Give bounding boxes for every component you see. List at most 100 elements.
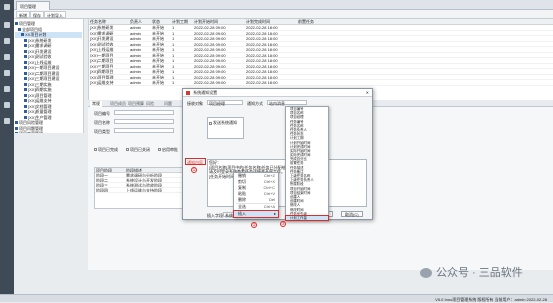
table-cell: 2022-02-28 18:00 (246, 52, 278, 57)
tree-item-label: [XX]运维支持 (28, 98, 52, 103)
table-cell: admin (130, 80, 141, 85)
receiver-select[interactable]: 项目经理 (207, 100, 243, 106)
project-icon[interactable] (4, 22, 10, 28)
user-icon[interactable] (4, 86, 10, 92)
table-cell: 1 (172, 80, 175, 85)
column-header[interactable]: 负责人 (129, 19, 151, 24)
folder-icon (24, 88, 27, 92)
cancel-button[interactable]: 取消(C) (341, 211, 363, 217)
table-cell: 阶段四 (96, 188, 108, 192)
marker-1: ① (191, 167, 197, 173)
receiver-label: 接收对象 (187, 101, 203, 106)
phase-col-header: 项目阶段 (96, 168, 112, 172)
save-button[interactable]: 保存 (30, 11, 44, 18)
menu-item[interactable]: 删除 Del (234, 197, 278, 203)
home-icon[interactable] (4, 4, 10, 10)
status-bar: V5.0 Inno项目管理系统 版权所有 当前用户：admin 2022-02-… (0, 294, 553, 302)
table-cell: 1 (172, 52, 175, 57)
table-cell: 未开始 (152, 63, 164, 68)
table-cell: 未开始 (152, 69, 164, 74)
table-cell (297, 64, 337, 69)
table-cell (297, 36, 337, 41)
table-cell: 未开始 (152, 80, 164, 85)
table-cell: 2022-02-28 18:00 (246, 36, 278, 41)
table-cell: 2022-02-28 18:00 (246, 80, 278, 85)
checkbox-label: 项目已关闭 (130, 147, 150, 152)
receiver-list[interactable]: 发送系统通知 (207, 117, 244, 139)
table-cell: 2022-02-28 18:00 (246, 30, 278, 35)
table-cell: 未开始 (152, 36, 164, 41)
task-icon[interactable] (4, 38, 10, 44)
context-menu: 撤销 Ctrl+Z 剪切 Ctrl+X 复制 Ctrl+C 粘贴 Ctrl+V 删除 Del 全选 C… (233, 172, 279, 218)
column-header[interactable]: 状态 (151, 19, 171, 24)
checkbox[interactable] (126, 148, 129, 152)
checkbox-option[interactable]: 项目已关闭 (126, 147, 150, 152)
form-field[interactable] (114, 119, 174, 124)
import-plan-button[interactable]: 计划导入 (44, 11, 66, 18)
menu-item-label: 粘贴 (238, 191, 246, 196)
table-cell: 1 (172, 63, 175, 68)
footer-label: 插入字段 (207, 213, 223, 218)
settings-icon[interactable] (4, 118, 10, 124)
tab-label: 项目管理 (20, 4, 36, 9)
column-header[interactable]: 计划工期 (171, 19, 193, 24)
notify-select[interactable]: 站内消息 (267, 100, 307, 106)
tree-item-label: [XX]上线运维 (28, 59, 52, 65)
form-label: 项目编号 (94, 111, 110, 116)
dialog-titlebar: 系统通知设置 ✕ (183, 89, 372, 97)
list-checkbox[interactable] (209, 121, 212, 125)
table-cell (297, 75, 337, 80)
form-label: 项目名称 (94, 120, 110, 125)
checkbox-option[interactable]: 启用审批 (158, 147, 178, 152)
wechat-icon (420, 268, 432, 279)
table-cell: 2022-02-28 09:00 (194, 80, 226, 85)
marker-2: ② (251, 222, 257, 228)
folder-icon (24, 49, 27, 53)
calendar-icon[interactable] (4, 102, 10, 108)
column-header[interactable]: 前置任务 (297, 19, 337, 24)
close-icon[interactable]: ✕ (366, 90, 369, 96)
menu-item[interactable]: 插入 ▸ (233, 210, 279, 218)
table-cell: admin (130, 63, 141, 68)
menu-item-label: 撤销 (238, 173, 246, 178)
report-icon[interactable] (4, 70, 10, 76)
toolbar: 新增 保存 计划导入 (14, 10, 553, 19)
folder-icon (24, 104, 27, 108)
checkbox[interactable] (94, 148, 97, 152)
table-cell: 未开始 (152, 41, 164, 46)
table-cell: admin (130, 25, 141, 30)
form-field[interactable] (114, 128, 174, 133)
add-button[interactable]: 新增 (16, 11, 30, 18)
table-cell: 2022-02-28 09:00 (194, 41, 226, 46)
checkbox-option[interactable]: 项目已完成 (94, 147, 118, 152)
table-cell: 2022-02-28 09:00 (194, 52, 226, 57)
table-cell: 2022-02-28 09:00 (194, 36, 226, 41)
tree-item-label: [XX]系统研发 (28, 37, 52, 43)
app-logo-icon (186, 90, 190, 95)
table-row[interactable]: [XX]运维支持 admin 未开始 1 2022-02-28 09:00 2022-02… (89, 80, 553, 86)
form-field[interactable] (114, 110, 174, 115)
table-cell: 1 (172, 41, 175, 46)
tree-item-label: 全部项目组 (22, 26, 42, 32)
tree-item-label: 项目问题管理 (19, 125, 43, 131)
notify-label: 通知方式 (247, 101, 263, 106)
column-header[interactable]: 计划开始时间 (193, 19, 245, 24)
column-header[interactable]: 任务名称 (89, 19, 129, 24)
menu-item-label: 剪切 (238, 179, 246, 184)
content-label-highlight (185, 158, 206, 165)
tree-item[interactable]: 项目变更管理 (15, 131, 82, 133)
table-cell: 2022-02-28 18:00 (246, 47, 278, 52)
checkbox[interactable] (158, 148, 161, 152)
folder-icon (18, 27, 21, 31)
menu-item-label: 插入 (238, 211, 246, 216)
menu-item[interactable]: 全选 Ctrl+A (234, 204, 278, 210)
watermark: 公众号 · 三品软件 (420, 266, 550, 280)
folder-icon (24, 99, 27, 103)
table-cell: admin (130, 74, 141, 79)
tree-item-label: [XX]二期项目建设 (28, 70, 60, 76)
chevron-right-icon: ▸ (273, 211, 276, 216)
column-header[interactable]: 计划完成时间 (245, 19, 297, 24)
tab-project-management[interactable]: 项目管理 (16, 1, 50, 10)
submenu-item[interactable]: 计划工作量 (285, 214, 329, 222)
document-icon[interactable] (4, 54, 10, 60)
